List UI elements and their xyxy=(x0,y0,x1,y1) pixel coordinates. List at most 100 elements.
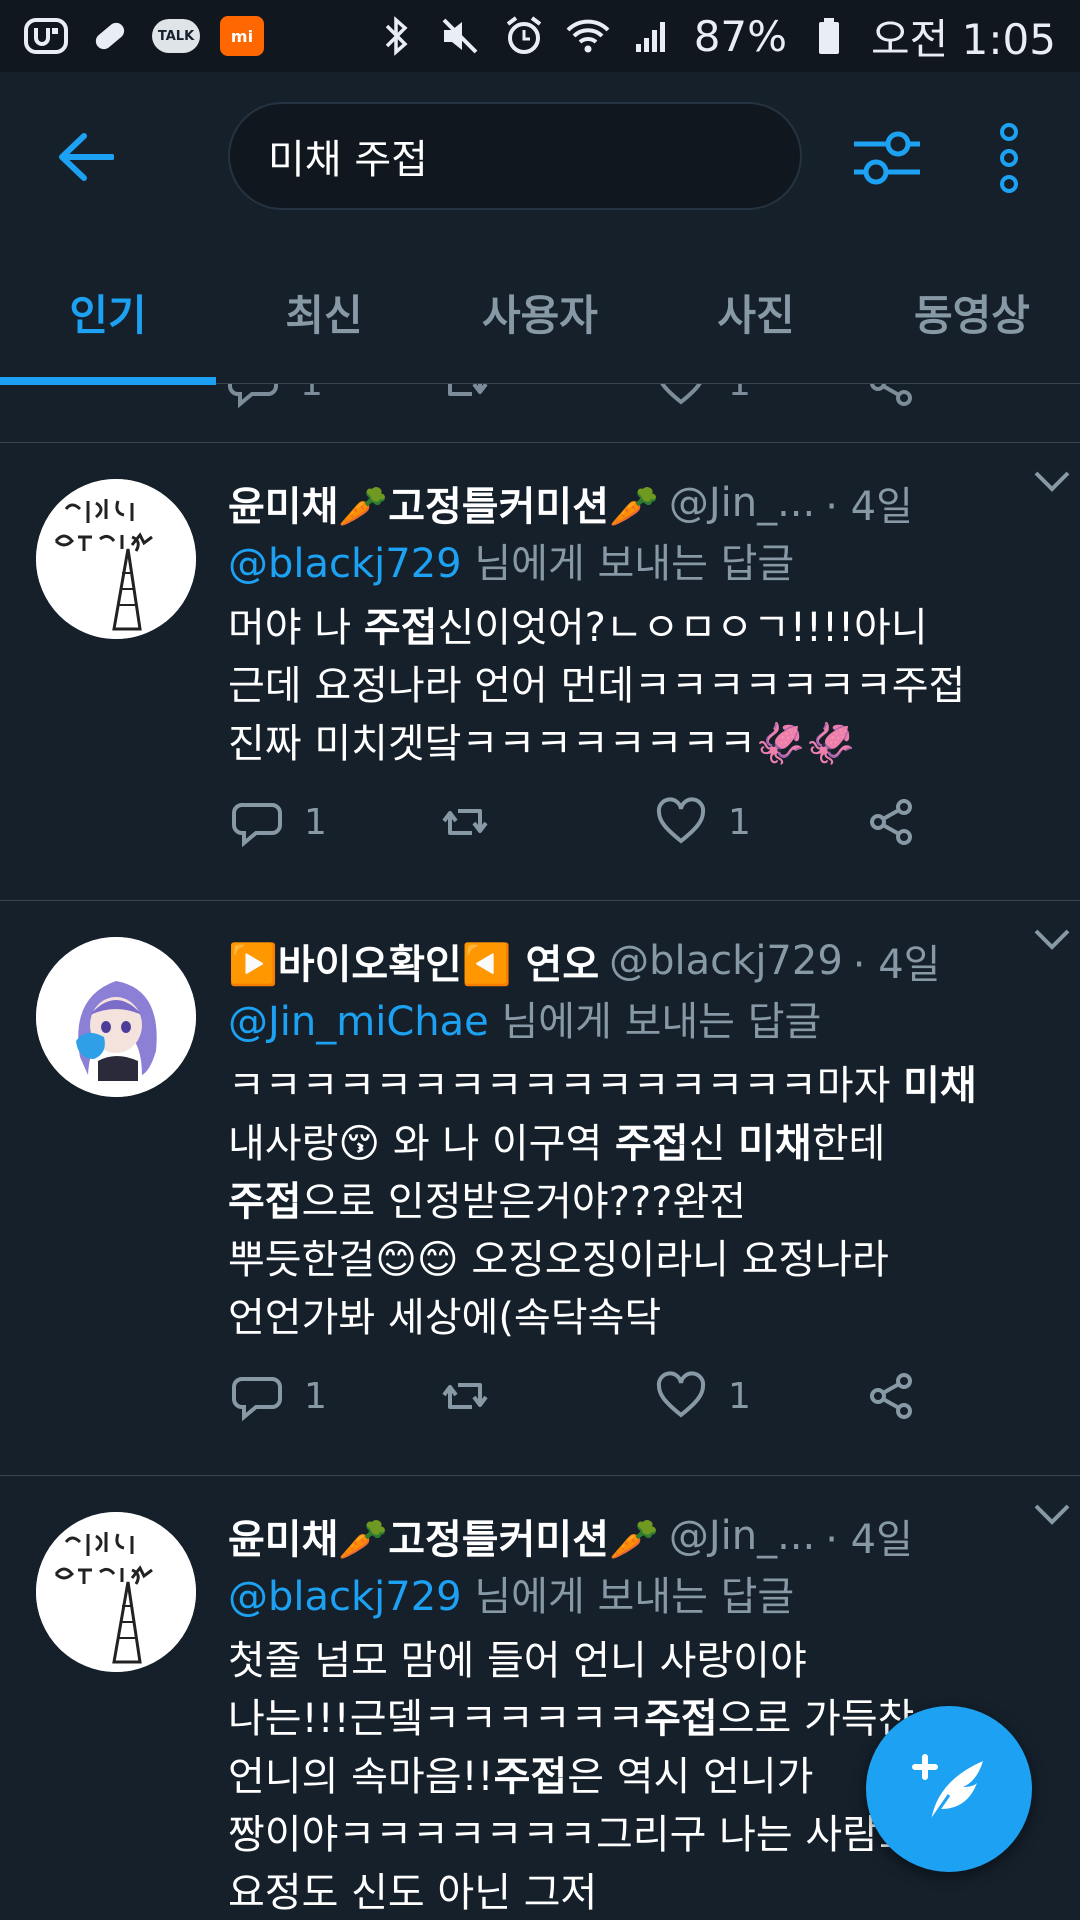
tweet-content: ▶️바이오확인◀️ 연오 @blackj729 · 4일 @Jin_miChae… xyxy=(228,929,1050,1347)
bluetooth-icon xyxy=(374,16,418,56)
mi-app-icon: mi xyxy=(220,16,264,56)
more-options-button[interactable] xyxy=(994,122,1024,194)
tweet-time: · 4일 xyxy=(852,942,941,988)
share-button[interactable] xyxy=(866,384,916,408)
avatar[interactable] xyxy=(36,1512,196,1672)
share-icon xyxy=(870,799,912,845)
tweet-time: · 4일 xyxy=(825,484,913,530)
tweet-body-line: 요정도 신도 아닌 그저 xyxy=(228,1870,598,1916)
user-handle[interactable]: @blackj729 xyxy=(609,938,843,984)
tweet-body-line: 내사랑😚 와 나 이구역 주접신 미채한테 xyxy=(228,1121,886,1167)
retweet-icon xyxy=(442,1383,488,1409)
wifi-icon xyxy=(566,16,610,56)
chevron-down-icon xyxy=(1034,929,1070,950)
reply-suffix: 님에게 보내는 답글 xyxy=(461,541,795,587)
tab-latest[interactable]: 최신 xyxy=(216,240,432,384)
retweet-button[interactable] xyxy=(440,1371,490,1421)
tweet-time: · 4일 xyxy=(825,1517,913,1563)
tweet-feed[interactable]: 1 1 윤미채🥕고정틀커미션🥕 @Jin xyxy=(0,384,1080,1920)
tab-top[interactable]: 인기 xyxy=(0,240,216,385)
reply-count: 1 xyxy=(304,801,327,843)
back-button[interactable] xyxy=(58,132,115,182)
search-filter-button[interactable] xyxy=(852,126,922,190)
avatar[interactable] xyxy=(36,479,196,639)
reply-mention[interactable]: @Jin_miChae xyxy=(228,999,489,1045)
reply-suffix: 님에게 보내는 답글 xyxy=(488,999,822,1045)
drawing-avatar-icon xyxy=(36,479,196,639)
tweet-header: 윤미채🥕고정틀커미션🥕 @Jin_... · 4일 xyxy=(228,1504,1050,1568)
search-header xyxy=(0,72,1080,240)
heart-icon xyxy=(656,1371,706,1418)
tweet-menu-button[interactable] xyxy=(1032,1500,1072,1530)
tweet-body-line: 진짜 미치겟닼ㅋㅋㅋㅋㅋㅋㅋㅋ🦑🦑 xyxy=(228,721,856,767)
user-handle[interactable]: @Jin_... xyxy=(669,1513,815,1559)
previous-tweet-actions: 1 1 xyxy=(0,384,1080,443)
reply-context: @blackj729 님에게 보내는 답글 xyxy=(228,1568,1050,1626)
tab-people[interactable]: 사용자 xyxy=(432,240,648,384)
search-field[interactable] xyxy=(228,102,802,210)
reply-icon xyxy=(232,803,282,847)
tweet-body-line: 머야 나 주접신이엇어?ㄴㅇㅁㅇㄱ!!!!아니 xyxy=(228,605,928,651)
retweet-icon xyxy=(448,384,488,396)
reply-icon xyxy=(232,1377,282,1421)
tab-videos[interactable]: 동영상 xyxy=(864,240,1080,384)
status-bar-right: 87% 오전 1:05 xyxy=(374,6,1056,67)
sliders-icon xyxy=(854,131,920,185)
reply-button[interactable]: 1 xyxy=(232,1371,327,1421)
reply-mention[interactable]: @blackj729 xyxy=(228,1574,462,1620)
battery-icon xyxy=(807,16,851,56)
search-tabs: 인기 최신 사용자 사진 동영상 xyxy=(0,240,1080,385)
u-plus-icon xyxy=(24,16,68,56)
like-button[interactable]: 1 xyxy=(656,1371,751,1421)
retweet-button[interactable] xyxy=(440,797,490,847)
search-input[interactable] xyxy=(266,132,800,180)
reply-button[interactable]: 1 xyxy=(228,384,323,408)
reply-button[interactable]: 1 xyxy=(232,797,327,847)
share-icon xyxy=(870,384,912,406)
display-name[interactable]: 윤미채🥕고정틀커미션🥕 xyxy=(228,474,659,532)
compose-tweet-button[interactable] xyxy=(866,1706,1032,1872)
share-button[interactable] xyxy=(866,797,916,847)
status-bar: TALK mi 87% 오전 1:05 xyxy=(0,0,1080,72)
reply-context: @Jin_miChae 님에게 보내는 답글 xyxy=(228,993,1050,1051)
mute-icon xyxy=(438,16,482,56)
retweet-icon xyxy=(442,809,488,835)
tweet-body: ㅋㅋㅋㅋㅋㅋㅋㅋㅋㅋㅋㅋㅋㅋㅋㅋ마자 미채 내사랑😚 와 나 이구역 주접신 미채… xyxy=(228,1057,1050,1347)
tweet-header: 윤미채🥕고정틀커미션🥕 @Jin_... · 4일 xyxy=(228,471,1050,535)
share-button[interactable] xyxy=(866,1371,916,1421)
tweet-header: ▶️바이오확인◀️ 연오 @blackj729 · 4일 xyxy=(228,929,1050,993)
reply-count: 1 xyxy=(304,1375,327,1417)
display-name[interactable]: ▶️바이오확인◀️ 연오 xyxy=(228,932,599,990)
status-bar-left: TALK mi xyxy=(24,16,264,56)
back-arrow-icon xyxy=(59,133,115,181)
kakaotalk-icon: TALK xyxy=(152,19,200,53)
retweet-button[interactable] xyxy=(440,384,490,408)
tweet-actions: 1 1 xyxy=(228,797,988,857)
tweet-actions: 1 1 xyxy=(228,1371,988,1431)
like-button[interactable]: 1 xyxy=(656,384,751,408)
display-name[interactable]: 윤미채🥕고정틀커미션🥕 xyxy=(228,1507,659,1565)
tweet-body-line: 주접으로 인정받은거야???완전 xyxy=(228,1179,747,1225)
share-icon xyxy=(870,1373,912,1419)
like-count: 1 xyxy=(728,1375,751,1417)
tweet-body-line: 뿌듯한걸😊😊 오징오징이라니 요정나라 xyxy=(228,1237,889,1283)
user-handle[interactable]: @Jin_... xyxy=(669,480,815,526)
reply-context: @blackj729 님에게 보내는 답글 xyxy=(228,535,1050,593)
avatar[interactable] xyxy=(36,937,196,1097)
chevron-down-icon xyxy=(1034,1504,1070,1525)
tweet-body-line: 근데 요정나라 언어 먼데ㅋㅋㅋㅋㅋㅋㅋ주접 xyxy=(228,663,966,709)
like-count: 1 xyxy=(728,384,751,404)
reply-mention[interactable]: @blackj729 xyxy=(228,541,462,587)
vertical-dots-icon xyxy=(1000,123,1018,193)
tweet[interactable]: 윤미채🥕고정틀커미션🥕 @Jin_... · 4일 @blackj729 님에게… xyxy=(0,443,1080,901)
heart-icon xyxy=(660,384,702,405)
pill-icon xyxy=(88,16,132,56)
chevron-down-icon xyxy=(1034,471,1070,492)
reply-suffix: 님에게 보내는 답글 xyxy=(461,1574,795,1620)
tweet[interactable]: ▶️바이오확인◀️ 연오 @blackj729 · 4일 @Jin_miChae… xyxy=(0,901,1080,1476)
tweet-menu-button[interactable] xyxy=(1032,925,1072,955)
tab-photos[interactable]: 사진 xyxy=(648,240,864,384)
tweet-menu-button[interactable] xyxy=(1032,467,1072,497)
alarm-icon xyxy=(502,16,546,56)
like-button[interactable]: 1 xyxy=(656,797,751,847)
